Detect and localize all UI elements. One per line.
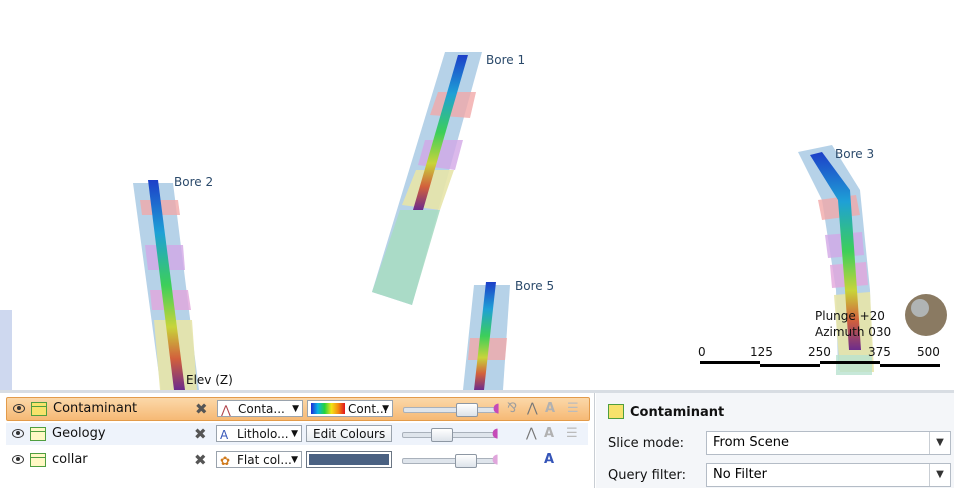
scene-canvas[interactable]: [0, 0, 954, 390]
scale-tick: 125: [750, 345, 773, 359]
table-icon: [608, 404, 624, 419]
label-icon[interactable]: A: [544, 452, 554, 467]
bore-5[interactable]: [463, 282, 510, 390]
colour-gradient-icon: [311, 403, 345, 414]
3d-viewport[interactable]: Bore 1 Bore 2 Bore 3 Bore 5 Elev (Z) Plu…: [0, 0, 954, 390]
colour-palette-icon: ✿: [220, 454, 231, 468]
legend-icon[interactable]: ☰: [566, 426, 578, 441]
opacity-slider[interactable]: [402, 454, 496, 468]
layer-name: Geology: [52, 426, 106, 441]
bore-label: Bore 3: [835, 147, 875, 161]
axis-label: Elev (Z): [186, 373, 233, 387]
slider-knob[interactable]: [431, 428, 453, 442]
legend-icon[interactable]: ☰: [567, 401, 579, 416]
opacity-slider[interactable]: [402, 428, 496, 442]
query-filter-label: Query filter:: [608, 468, 687, 483]
table-icon: [31, 402, 47, 416]
scale-bar: [700, 361, 940, 367]
slice-icon[interactable]: ◖: [492, 426, 499, 441]
eye-icon[interactable]: [13, 404, 25, 413]
slice-mode-select[interactable]: From Scene ▼: [706, 431, 951, 455]
colour-swatch[interactable]: [306, 451, 392, 468]
opacity-slider[interactable]: [403, 403, 497, 417]
slider-knob[interactable]: [456, 403, 478, 417]
chevron-down-icon: ▼: [291, 455, 298, 465]
layer-row-geology[interactable]: Geology ✖ A Litholo... ▼ Edit Colours ◖ …: [6, 423, 588, 445]
colour-mode-dropdown[interactable]: ✿ Flat col... ▼: [216, 451, 302, 468]
lines-icon[interactable]: ⋀: [527, 401, 538, 416]
label-icon[interactable]: A: [545, 401, 555, 416]
chevron-down-icon: ▼: [292, 404, 299, 414]
colour-column-dropdown[interactable]: ⋀ Conta... ▼: [217, 400, 303, 417]
slice-icon[interactable]: ◖: [493, 401, 500, 416]
shown-objects-list: Contaminant ✖ ⋀ Conta... ▼ Cont... ▼ ◖ ⅋…: [0, 393, 595, 488]
swatch-fill: [309, 454, 389, 465]
partial-bore: [0, 310, 12, 390]
colourmap-dropdown[interactable]: Cont... ▼: [307, 400, 393, 417]
slider-knob[interactable]: [455, 454, 477, 468]
layer-name: Contaminant: [53, 401, 138, 416]
eye-icon[interactable]: [12, 429, 24, 438]
chevron-down-icon[interactable]: ▼: [929, 464, 950, 486]
bore-3[interactable]: [798, 145, 874, 375]
slice-mode-label: Slice mode:: [608, 436, 685, 451]
category-icon: A: [220, 428, 229, 442]
slice-icon[interactable]: ◖: [492, 452, 499, 467]
chevron-down-icon[interactable]: ▼: [929, 432, 950, 454]
plunge-readout: Plunge +20: [815, 309, 885, 323]
remove-layer-icon[interactable]: ✖: [194, 451, 207, 469]
query-filter-select[interactable]: No Filter ▼: [706, 463, 951, 487]
properties-title: Contaminant: [630, 405, 725, 420]
azimuth-readout: Azimuth 030: [815, 325, 892, 339]
scale-tick: 500: [917, 345, 940, 359]
properties-panel: Contaminant Slice mode: From Scene ▼ Que…: [596, 393, 954, 488]
remove-layer-icon[interactable]: ✖: [195, 400, 208, 418]
remove-layer-icon[interactable]: ✖: [194, 425, 207, 443]
scale-tick: 375: [868, 345, 891, 359]
table-icon: [30, 453, 46, 467]
table-icon: [30, 427, 46, 441]
eye-icon[interactable]: [12, 455, 24, 464]
colour-column-dropdown[interactable]: A Litholo... ▼: [216, 425, 302, 442]
layer-name: collar: [52, 452, 88, 467]
graph-icon: ⋀: [221, 403, 231, 417]
bore-2[interactable]: [133, 180, 199, 390]
label-icon[interactable]: A: [544, 426, 554, 441]
bore-1[interactable]: [372, 52, 482, 305]
filter-icon[interactable]: ⅋: [507, 401, 517, 416]
edit-colours-button[interactable]: Edit Colours: [306, 425, 393, 442]
layer-row-contaminant[interactable]: Contaminant ✖ ⋀ Conta... ▼ Cont... ▼ ◖ ⅋…: [6, 397, 590, 421]
scale-tick: 250: [808, 345, 831, 359]
bore-label: Bore 1: [486, 53, 526, 67]
orientation-globe-icon[interactable]: [905, 294, 947, 336]
lines-icon[interactable]: ⋀: [526, 426, 537, 441]
bore-label: Bore 5: [515, 279, 555, 293]
chevron-down-icon: ▼: [291, 429, 298, 439]
layer-row-collar[interactable]: collar ✖ ✿ Flat col... ▼ ◖ A: [6, 449, 588, 471]
chevron-down-icon: ▼: [382, 404, 389, 414]
bore-label: Bore 2: [174, 175, 214, 189]
scale-tick: 0: [698, 345, 706, 359]
